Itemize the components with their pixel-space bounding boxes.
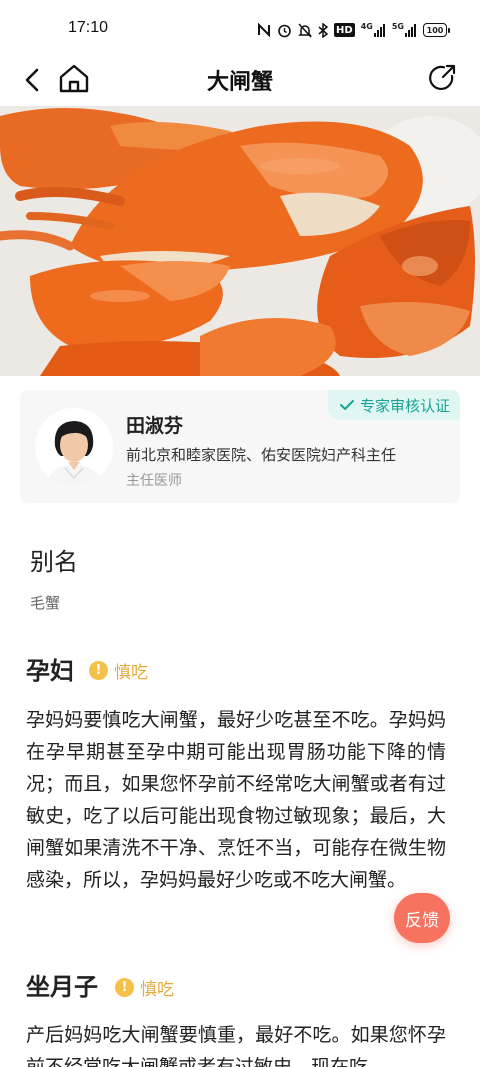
alias-heading: 别名 [30,548,78,576]
exclamation-icon: ! [89,661,108,680]
status-time: 17:10 [68,19,109,36]
share-button[interactable] [426,62,458,94]
section-text-pregnant: 孕妈妈要慎吃大闸蟹，最好少吃甚至不吃。孕妈妈在孕早期甚至孕中期可能出现胃肠功能下… [26,709,446,891]
section-text-postpartum: 产后妈妈吃大闸蟹要慎重，最好不吃。如果您怀孕前不经常吃大闸蟹或者有过敏史，现在吃 [26,1024,446,1067]
caution-badge-postpartum: ! 慎吃 [115,975,174,1000]
page-title: 大闸蟹 [206,70,273,95]
avatar [35,408,113,486]
alarm-icon [278,24,291,37]
expert-title: 主任医师 [126,473,182,489]
bluetooth-icon [318,22,329,38]
expert-hospital: 前北京和睦家医院、佑安医院妇产科主任 [126,446,397,464]
signal-5g: 5G [392,23,417,37]
nfc-icon [258,23,271,37]
caution-label-postpartum: 慎吃 [140,980,174,1000]
doctor-avatar-icon [35,408,113,486]
share-icon [429,64,456,91]
nav-bar: 大闸蟹 [0,58,480,106]
expert-card[interactable]: 专家审核认证 田淑芬 前北京和睦家医院、佑安医院妇产科主任 主任医师 [20,390,460,503]
section-heading-postpartum: 坐月子 [26,973,98,1001]
signal-4g: 4G [361,23,386,37]
alias-value: 毛蟹 [30,594,61,612]
hd-badge: HD [334,23,355,37]
caution-badge-pregnant: ! 慎吃 [89,658,148,683]
hero-image [0,106,480,376]
section-heading-pregnant: 孕妇 [26,657,74,685]
expert-badge-label: 专家审核认证 [359,396,450,415]
check-icon [339,400,354,410]
mute-bell-icon [298,22,312,38]
caution-label-pregnant: 慎吃 [114,663,148,683]
feedback-button[interactable]: 反馈 [394,893,450,943]
status-icons: HD 4G 5G 100 [257,20,450,40]
status-bar: 17:10 HD 4G 5G 100 [0,0,480,58]
expert-verified-badge: 专家审核认证 [327,390,460,420]
battery-icon: 100 [423,23,450,37]
expert-name: 田淑芬 [126,415,184,437]
exclamation-icon: ! [115,978,134,997]
crab-photo-icon [0,106,480,376]
